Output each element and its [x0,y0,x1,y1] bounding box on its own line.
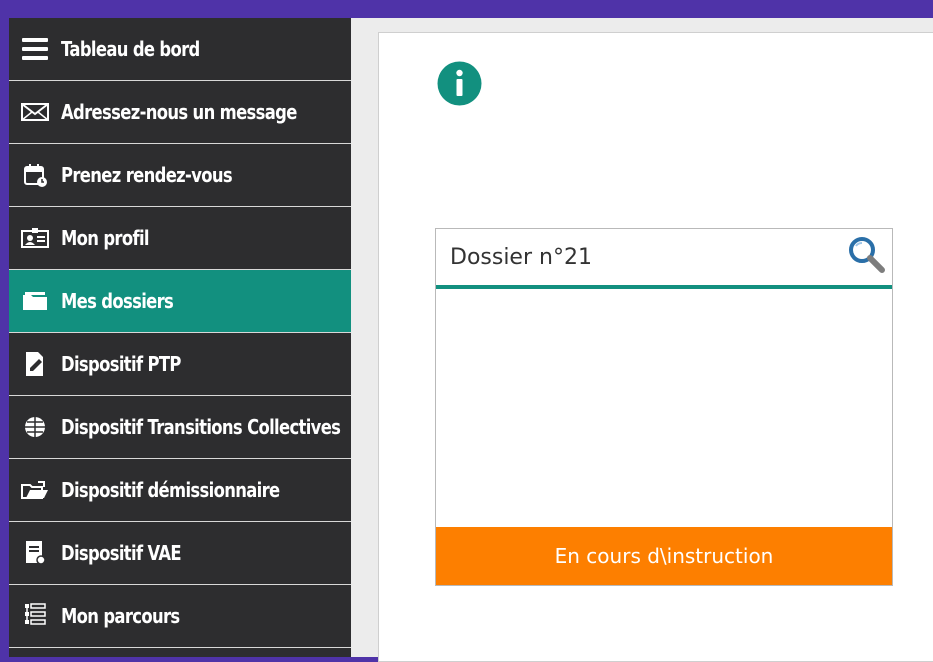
sidebar-item-transitions-collectives[interactable]: Dispositif Transitions Collectives [9,396,351,459]
sidebar-item-mon-profil[interactable]: Mon profil [9,207,351,270]
folder-icon [9,281,61,321]
sidebar-item-label: Mes dossiers [61,289,174,313]
group-icon [9,407,61,447]
sidebar-item-label: Mon parcours [61,604,180,628]
info-icon[interactable] [437,61,482,106]
menu-icon [9,29,61,69]
sidebar-item-tableau-de-bord[interactable]: Tableau de bord [9,18,351,81]
document-edit-icon [9,344,61,384]
sidebar-item-mon-parcours[interactable]: Mon parcours [9,585,351,648]
sidebar-item-label: Mon profil [61,226,150,250]
calendar-icon [9,155,61,195]
status-badge: En cours d\instruction [436,527,892,585]
steps-icon [9,596,61,636]
sidebar-item-vae[interactable]: Dispositif VAE [9,522,351,585]
sidebar-item-label: Dispositif Transitions Collectives [61,415,341,439]
sidebar: Tableau de bord Adressez-nous un message… [9,18,351,657]
id-card-icon [9,218,61,258]
dossier-card-header: Dossier n°21 [436,229,892,289]
status-text: En cours d\instruction [554,544,774,568]
envelope-icon [9,92,61,132]
main-content: Dossier n°21 En cours d\instruction [351,18,933,662]
sidebar-item-message[interactable]: Adressez-nous un message [9,81,351,144]
sidebar-item-label: Tableau de bord [61,37,200,61]
certificate-icon [9,533,61,573]
search-icon[interactable] [844,233,890,279]
sidebar-item-demissionnaire[interactable]: Dispositif démissionnaire [9,459,351,522]
sidebar-item-mes-dossiers[interactable]: Mes dossiers [9,270,351,333]
sidebar-item-label: Dispositif démissionnaire [61,478,280,502]
sidebar-item-label: Dispositif VAE [61,541,182,565]
sidebar-item-ptp[interactable]: Dispositif PTP [9,333,351,396]
sidebar-item-rendez-vous[interactable]: Prenez rendez-vous [9,144,351,207]
dossier-title: Dossier n°21 [450,245,592,270]
content-panel: Dossier n°21 En cours d\instruction [378,32,933,662]
sidebar-item-label: Dispositif PTP [61,352,181,376]
sidebar-item-label: Prenez rendez-vous [61,163,233,187]
dossier-card[interactable]: Dossier n°21 En cours d\instruction [435,228,893,586]
folder-exit-icon [9,470,61,510]
sidebar-item-label: Adressez-nous un message [61,100,297,124]
